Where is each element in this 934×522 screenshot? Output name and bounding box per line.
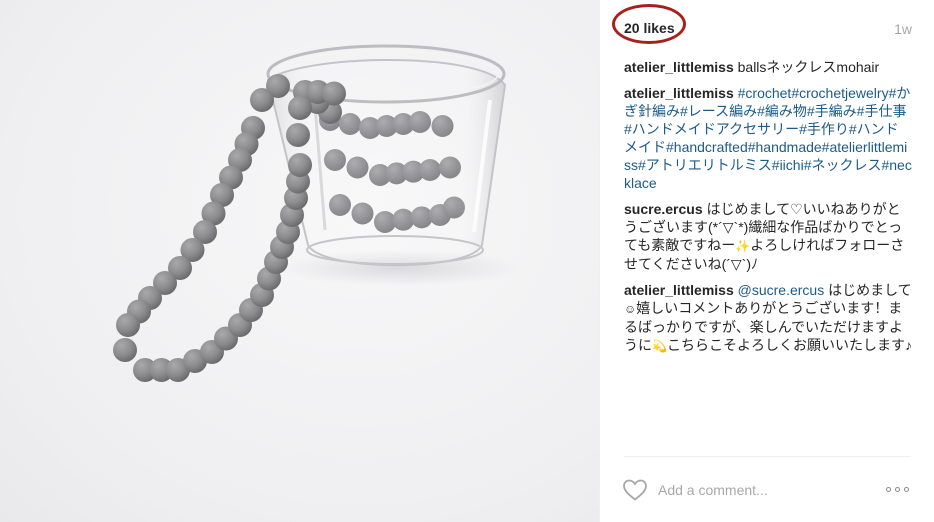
necklace-bead <box>288 153 312 177</box>
sparkles-icon: ✨ <box>735 239 751 253</box>
necklace-bead <box>250 88 274 112</box>
more-dot <box>886 487 891 492</box>
post-timestamp[interactable]: 1w <box>894 21 912 37</box>
caption-text: ballsネックレスmohair <box>733 59 880 75</box>
instagram-post: 20 likes 1w atelier_littlemiss ballsネックレ… <box>0 0 934 522</box>
more-options-icon[interactable] <box>886 481 912 497</box>
comment-reply: atelier_littlemiss @sucre.ercus はじめまして☺嬉… <box>624 281 912 355</box>
necklace-bead <box>116 313 140 337</box>
reply-username[interactable]: atelier_littlemiss <box>624 282 734 298</box>
necklace-bead <box>288 96 312 120</box>
comments-list: atelier_littlemiss ballsネックレスmohair atel… <box>624 58 912 363</box>
reply-text: はじめまして <box>824 282 912 298</box>
necklace-in-glass-image <box>113 44 520 382</box>
caption: atelier_littlemiss ballsネックレスmohair <box>624 58 912 76</box>
necklace-bead <box>322 81 346 106</box>
comment-username[interactable]: sucre.ercus <box>624 201 703 217</box>
more-dot <box>895 487 900 492</box>
hashtags-username[interactable]: atelier_littlemiss <box>624 85 734 101</box>
heart-outline-icon[interactable] <box>622 478 648 502</box>
smiling-face-icon: ☺ <box>624 302 637 316</box>
hashtags-comment: atelier_littlemiss #crochet#crochetjewel… <box>624 84 912 192</box>
dizzy-star-icon: 💫 <box>652 339 667 353</box>
post-sidebar: 20 likes 1w atelier_littlemiss ballsネックレ… <box>599 0 934 522</box>
necklace-bead <box>113 338 137 362</box>
reply-mention[interactable]: @sucre.ercus <box>734 282 825 298</box>
comment-sucre-ercus: sucre.ercus はじめまして♡いいねありがとうございます(*´▽`*)繊… <box>624 200 912 273</box>
likes-row: 20 likes 1w <box>612 4 912 44</box>
post-photo <box>0 0 599 522</box>
actions-divider <box>624 456 911 457</box>
more-dot <box>904 487 909 492</box>
add-comment-input[interactable] <box>658 480 868 500</box>
necklace-bead <box>286 123 310 147</box>
likes-count[interactable]: 20 likes <box>624 20 675 36</box>
caption-username[interactable]: atelier_littlemiss <box>624 59 734 75</box>
reply-text: こちらこそよろしくお願いいたします♪ <box>666 337 912 353</box>
